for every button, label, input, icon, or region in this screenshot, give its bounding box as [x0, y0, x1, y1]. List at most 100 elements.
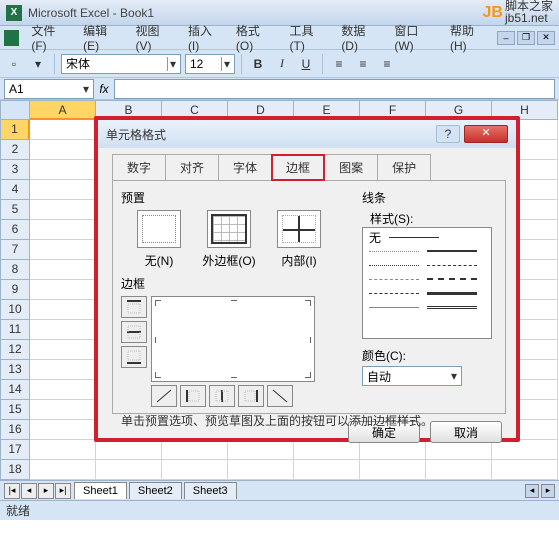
tab-nav-last[interactable]: ▸|: [55, 483, 71, 499]
border-vmid-button[interactable]: [209, 385, 235, 407]
cell[interactable]: [30, 220, 96, 240]
cell[interactable]: [96, 460, 162, 480]
cell[interactable]: [426, 460, 492, 480]
menu-window[interactable]: 窗口(W): [388, 20, 442, 55]
color-dropdown[interactable]: 自动 ▾: [362, 366, 462, 386]
menu-insert[interactable]: 插入(I): [182, 20, 228, 55]
name-box[interactable]: A1 ▾: [4, 79, 94, 99]
border-hmid-button[interactable]: [121, 321, 147, 343]
preset-none-button[interactable]: [137, 210, 181, 248]
doc-minimize-button[interactable]: –: [497, 31, 515, 45]
dialog-help-button[interactable]: ?: [436, 125, 460, 143]
row-header[interactable]: 5: [0, 200, 30, 220]
tab-protection[interactable]: 保护: [377, 154, 431, 181]
dialog-close-button[interactable]: ✕: [464, 125, 508, 143]
row-header[interactable]: 4: [0, 180, 30, 200]
cell[interactable]: [228, 460, 294, 480]
font-size-combo[interactable]: 12 ▾: [185, 54, 235, 74]
menu-view[interactable]: 视图(V): [130, 20, 180, 55]
doc-close-button[interactable]: ✕: [537, 31, 555, 45]
doc-restore-button[interactable]: ❐: [517, 31, 535, 45]
menu-data[interactable]: 数据(D): [335, 20, 386, 55]
cell[interactable]: [162, 460, 228, 480]
cell[interactable]: [30, 280, 96, 300]
fx-button[interactable]: fx: [94, 82, 114, 96]
row-header[interactable]: 10: [0, 300, 30, 320]
border-diag-up-button[interactable]: [151, 385, 177, 407]
dialog-titlebar[interactable]: 单元格格式 ? ✕: [98, 120, 516, 148]
cell[interactable]: [30, 140, 96, 160]
row-header[interactable]: 1: [0, 120, 30, 140]
cell[interactable]: [30, 200, 96, 220]
row-header[interactable]: 6: [0, 220, 30, 240]
sheet-tab-2[interactable]: Sheet2: [129, 482, 182, 499]
line-style-list[interactable]: 无: [362, 227, 492, 339]
cell[interactable]: [30, 320, 96, 340]
menu-edit[interactable]: 编辑(E): [77, 20, 127, 55]
cell[interactable]: [30, 460, 96, 480]
cell[interactable]: [492, 460, 558, 480]
hscroll-left[interactable]: ◂: [525, 484, 539, 498]
tab-patterns[interactable]: 图案: [324, 154, 378, 181]
cell[interactable]: [30, 300, 96, 320]
align-center-button[interactable]: ≡: [353, 54, 373, 74]
new-button[interactable]: ▫: [4, 54, 24, 74]
row-header[interactable]: 12: [0, 340, 30, 360]
doc-icon[interactable]: [4, 30, 19, 46]
row-header[interactable]: 2: [0, 140, 30, 160]
tab-border[interactable]: 边框: [271, 154, 325, 181]
menu-file[interactable]: 文件(F): [25, 20, 75, 55]
border-bottom-button[interactable]: [121, 346, 147, 368]
cell[interactable]: [30, 160, 96, 180]
row-header[interactable]: 9: [0, 280, 30, 300]
preset-outline-button[interactable]: [207, 210, 251, 248]
toolbar-dropdown[interactable]: ▾: [28, 54, 48, 74]
tab-nav-prev[interactable]: ◂: [21, 483, 37, 499]
border-left-button[interactable]: [180, 385, 206, 407]
font-name-combo[interactable]: 宋体 ▾: [61, 54, 181, 74]
formula-input[interactable]: [114, 79, 555, 99]
row-header[interactable]: 8: [0, 260, 30, 280]
cell[interactable]: [30, 240, 96, 260]
italic-button[interactable]: I: [272, 54, 292, 74]
cell[interactable]: [30, 260, 96, 280]
menu-format[interactable]: 格式(O): [230, 20, 282, 55]
tab-font[interactable]: 字体: [218, 154, 272, 181]
tab-nav-next[interactable]: ▸: [38, 483, 54, 499]
border-diag-down-button[interactable]: [267, 385, 293, 407]
cell[interactable]: [294, 460, 360, 480]
bold-button[interactable]: B: [248, 54, 268, 74]
cell[interactable]: [30, 180, 96, 200]
border-top-button[interactable]: [121, 296, 147, 318]
column-header[interactable]: A: [30, 100, 96, 120]
border-preview[interactable]: [151, 296, 315, 382]
cell[interactable]: [30, 120, 96, 140]
menu-help[interactable]: 帮助(H): [444, 20, 495, 55]
underline-button[interactable]: U: [296, 54, 316, 74]
menu-tools[interactable]: 工具(T): [284, 20, 334, 55]
row-header[interactable]: 17: [0, 440, 30, 460]
hscroll-right[interactable]: ▸: [541, 484, 555, 498]
sheet-tab-3[interactable]: Sheet3: [184, 482, 237, 499]
cell[interactable]: [30, 440, 96, 460]
row-header[interactable]: 18: [0, 460, 30, 480]
cell[interactable]: [360, 460, 426, 480]
cell[interactable]: [30, 400, 96, 420]
align-right-button[interactable]: ≡: [377, 54, 397, 74]
row-header[interactable]: 15: [0, 400, 30, 420]
row-header[interactable]: 16: [0, 420, 30, 440]
border-right-button[interactable]: [238, 385, 264, 407]
row-header[interactable]: 14: [0, 380, 30, 400]
cell[interactable]: [30, 340, 96, 360]
preset-inside-button[interactable]: [277, 210, 321, 248]
cell[interactable]: [30, 420, 96, 440]
row-header[interactable]: 3: [0, 160, 30, 180]
sheet-tab-1[interactable]: Sheet1: [74, 482, 127, 499]
row-header[interactable]: 13: [0, 360, 30, 380]
row-header[interactable]: 7: [0, 240, 30, 260]
tab-alignment[interactable]: 对齐: [165, 154, 219, 181]
tab-nav-first[interactable]: |◂: [4, 483, 20, 499]
align-left-button[interactable]: ≡: [329, 54, 349, 74]
cell[interactable]: [30, 360, 96, 380]
cell[interactable]: [30, 380, 96, 400]
